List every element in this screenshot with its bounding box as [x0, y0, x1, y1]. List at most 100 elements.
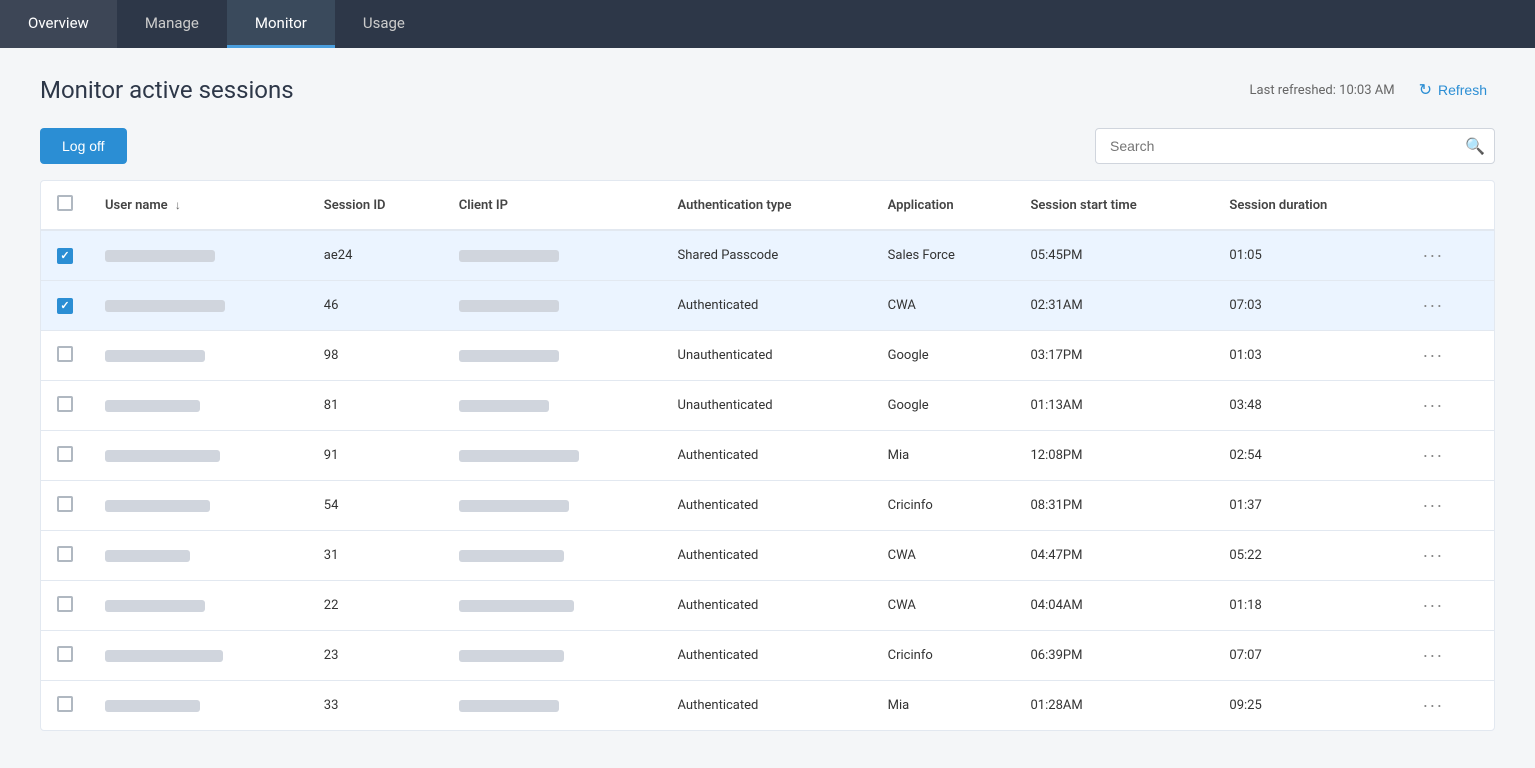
auth-type-cell: Authenticated: [662, 281, 872, 331]
row-checkbox[interactable]: [57, 396, 73, 412]
table-row: 81 Unauthenticated Google 01:13AM 03:48 …: [41, 381, 1494, 431]
application-cell: Google: [872, 331, 1015, 381]
row-checkbox[interactable]: [57, 346, 73, 362]
table-row: 46 Authenticated CWA 02:31AM 07:03 ···: [41, 281, 1494, 331]
row-checkbox-cell[interactable]: [41, 631, 89, 681]
client-ip-cell: [443, 281, 662, 331]
username-cell: [89, 631, 308, 681]
table-header: User name ↓ Session ID Client IP Authent…: [41, 181, 1494, 230]
auth-type-cell: Authenticated: [662, 531, 872, 581]
sort-icon: ↓: [175, 198, 181, 212]
actions-cell: ···: [1400, 381, 1494, 431]
row-checkbox-cell[interactable]: [41, 281, 89, 331]
username-column-header[interactable]: User name ↓: [89, 181, 308, 230]
row-checkbox-cell[interactable]: [41, 230, 89, 281]
row-checkbox-cell[interactable]: [41, 381, 89, 431]
row-more-button[interactable]: ···: [1416, 243, 1449, 268]
auth-type-cell: Authenticated: [662, 581, 872, 631]
row-more-button[interactable]: ···: [1416, 693, 1449, 718]
search-input[interactable]: [1095, 128, 1495, 164]
refresh-button[interactable]: ↻ Refresh: [1411, 76, 1495, 104]
duration-cell: 01:37: [1213, 481, 1400, 531]
auth-type-cell: Unauthenticated: [662, 381, 872, 431]
nav-item-monitor[interactable]: Monitor: [227, 0, 335, 48]
username-cell: [89, 581, 308, 631]
application-cell: CWA: [872, 581, 1015, 631]
start-time-cell: 06:39PM: [1015, 631, 1214, 681]
table-row: 23 Authenticated Cricinfo 06:39PM 07:07 …: [41, 631, 1494, 681]
row-more-button[interactable]: ···: [1416, 643, 1449, 668]
session-id-cell: 54: [308, 481, 443, 531]
client-ip-redacted: [459, 550, 564, 562]
row-checkbox[interactable]: [57, 546, 73, 562]
select-all-column: [41, 181, 89, 230]
nav-item-manage[interactable]: Manage: [117, 0, 227, 48]
page-header: Monitor active sessions Last refreshed: …: [40, 76, 1495, 104]
application-cell: Cricinfo: [872, 481, 1015, 531]
nav-item-usage[interactable]: Usage: [335, 0, 433, 48]
username-cell: [89, 481, 308, 531]
row-checkbox[interactable]: [57, 248, 73, 264]
row-more-button[interactable]: ···: [1416, 443, 1449, 468]
client-ip-cell: [443, 681, 662, 731]
row-checkbox[interactable]: [57, 446, 73, 462]
client-ip-column-header: Client IP: [443, 181, 662, 230]
duration-cell: 01:05: [1213, 230, 1400, 281]
header-right: Last refreshed: 10:03 AM ↻ Refresh: [1250, 76, 1495, 104]
duration-cell: 01:18: [1213, 581, 1400, 631]
row-more-button[interactable]: ···: [1416, 493, 1449, 518]
select-all-checkbox[interactable]: [57, 195, 73, 211]
row-more-button[interactable]: ···: [1416, 343, 1449, 368]
row-checkbox-cell[interactable]: [41, 531, 89, 581]
row-checkbox[interactable]: [57, 696, 73, 712]
row-checkbox-cell[interactable]: [41, 431, 89, 481]
row-checkbox[interactable]: [57, 646, 73, 662]
toolbar: Log off 🔍: [40, 128, 1495, 164]
auth-type-column-header: Authentication type: [662, 181, 872, 230]
refresh-label: Refresh: [1438, 82, 1487, 98]
username-redacted: [105, 550, 190, 562]
row-more-button[interactable]: ···: [1416, 543, 1449, 568]
table-row: 98 Unauthenticated Google 03:17PM 01:03 …: [41, 331, 1494, 381]
duration-cell: 02:54: [1213, 431, 1400, 481]
username-cell: [89, 531, 308, 581]
row-checkbox[interactable]: [57, 496, 73, 512]
row-checkbox-cell[interactable]: [41, 681, 89, 731]
client-ip-redacted: [459, 650, 564, 662]
username-redacted: [105, 450, 220, 462]
start-time-cell: 03:17PM: [1015, 331, 1214, 381]
row-checkbox[interactable]: [57, 596, 73, 612]
client-ip-redacted: [459, 350, 559, 362]
start-time-cell: 01:13AM: [1015, 381, 1214, 431]
session-id-cell: 81: [308, 381, 443, 431]
application-cell: Sales Force: [872, 230, 1015, 281]
sessions-table-container: User name ↓ Session ID Client IP Authent…: [40, 180, 1495, 731]
client-ip-redacted: [459, 250, 559, 262]
row-checkbox-cell[interactable]: [41, 331, 89, 381]
client-ip-cell: [443, 481, 662, 531]
nav-item-overview[interactable]: Overview: [0, 0, 117, 48]
username-cell: [89, 230, 308, 281]
table-row: 31 Authenticated CWA 04:47PM 05:22 ···: [41, 531, 1494, 581]
row-checkbox-cell[interactable]: [41, 581, 89, 631]
username-redacted: [105, 300, 225, 312]
row-more-button[interactable]: ···: [1416, 593, 1449, 618]
username-redacted: [105, 600, 205, 612]
row-more-button[interactable]: ···: [1416, 293, 1449, 318]
duration-cell: 07:07: [1213, 631, 1400, 681]
log-off-button[interactable]: Log off: [40, 128, 127, 164]
session-id-cell: 31: [308, 531, 443, 581]
actions-cell: ···: [1400, 331, 1494, 381]
row-checkbox[interactable]: [57, 298, 73, 314]
client-ip-redacted: [459, 600, 574, 612]
auth-type-cell: Unauthenticated: [662, 331, 872, 381]
session-id-cell: 91: [308, 431, 443, 481]
last-refreshed-label: Last refreshed: 10:03 AM: [1250, 83, 1395, 98]
row-more-button[interactable]: ···: [1416, 393, 1449, 418]
row-checkbox-cell[interactable]: [41, 481, 89, 531]
page-content: Monitor active sessions Last refreshed: …: [0, 48, 1535, 768]
session-id-cell: 46: [308, 281, 443, 331]
actions-cell: ···: [1400, 431, 1494, 481]
start-time-cell: 02:31AM: [1015, 281, 1214, 331]
search-container: 🔍: [1095, 128, 1495, 164]
